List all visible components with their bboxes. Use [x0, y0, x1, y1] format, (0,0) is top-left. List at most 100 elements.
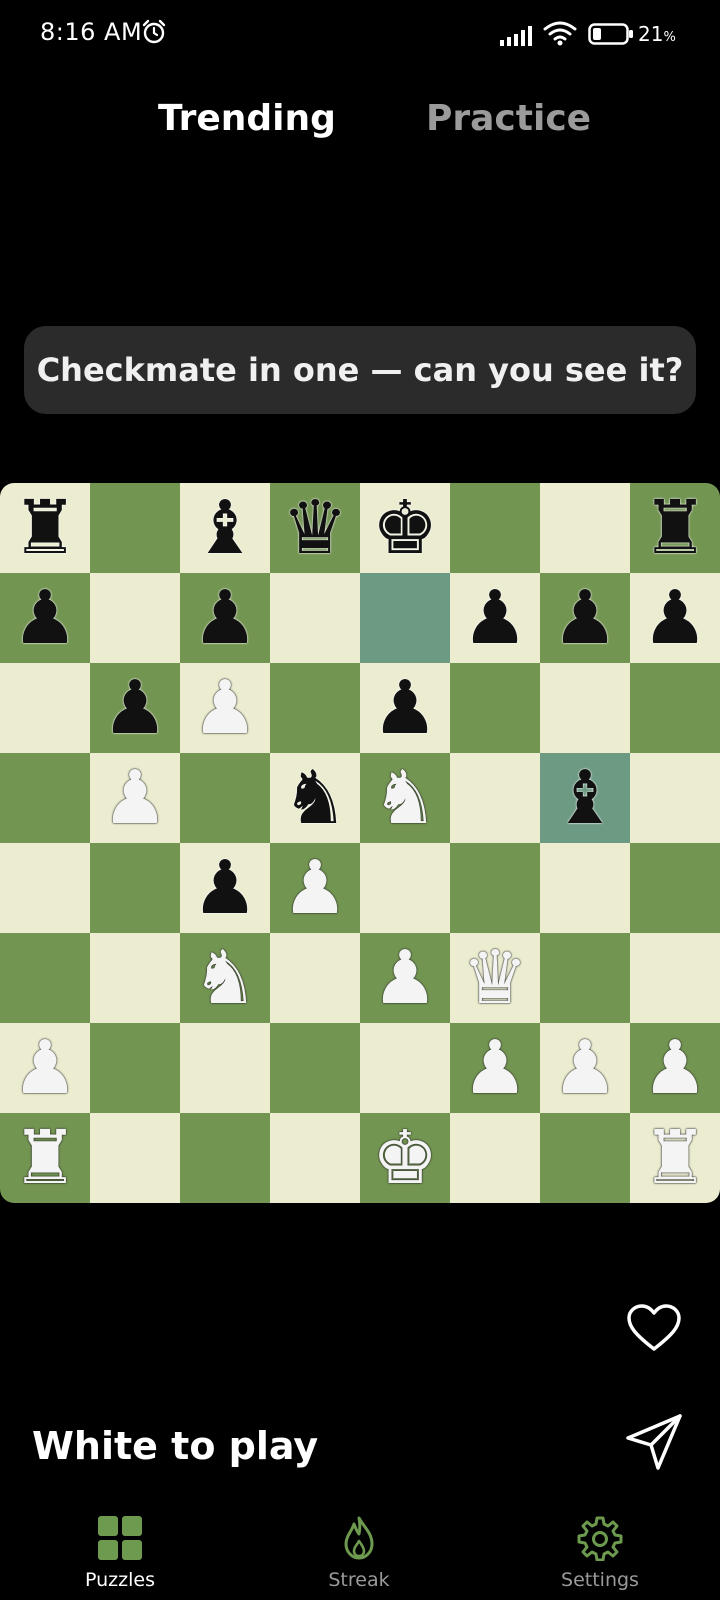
send-icon[interactable]	[624, 1412, 684, 1472]
white-pawn-icon[interactable]: ♟	[360, 933, 450, 1023]
square-c5[interactable]	[180, 753, 270, 843]
square-f7[interactable]: ♟	[450, 573, 540, 663]
square-g1[interactable]	[540, 1113, 630, 1203]
tab-practice[interactable]: Practice	[426, 98, 591, 139]
square-b8[interactable]	[90, 483, 180, 573]
square-d7[interactable]	[270, 573, 360, 663]
square-a7[interactable]: ♟	[0, 573, 90, 663]
square-a2[interactable]: ♟	[0, 1023, 90, 1113]
square-h3[interactable]	[630, 933, 720, 1023]
square-e8[interactable]: ♚	[360, 483, 450, 573]
white-queen-icon[interactable]: ♛	[450, 933, 540, 1023]
square-e1[interactable]: ♚	[360, 1113, 450, 1203]
square-b4[interactable]	[90, 843, 180, 933]
square-d1[interactable]	[270, 1113, 360, 1203]
square-h8[interactable]: ♜	[630, 483, 720, 573]
white-knight-icon[interactable]: ♞	[360, 753, 450, 843]
square-f4[interactable]	[450, 843, 540, 933]
square-e7[interactable]	[360, 573, 450, 663]
square-c4[interactable]: ♟	[180, 843, 270, 933]
square-a3[interactable]	[0, 933, 90, 1023]
black-rook-icon[interactable]: ♜	[630, 483, 720, 573]
white-pawn-icon[interactable]: ♟	[540, 1023, 630, 1113]
square-e4[interactable]	[360, 843, 450, 933]
square-h7[interactable]: ♟	[630, 573, 720, 663]
square-f6[interactable]	[450, 663, 540, 753]
black-bishop-icon[interactable]: ♝	[180, 483, 270, 573]
square-h6[interactable]	[630, 663, 720, 753]
square-b2[interactable]	[90, 1023, 180, 1113]
black-pawn-icon[interactable]: ♟	[90, 663, 180, 753]
square-e3[interactable]: ♟	[360, 933, 450, 1023]
white-pawn-icon[interactable]: ♟	[630, 1023, 720, 1113]
square-h4[interactable]	[630, 843, 720, 933]
white-pawn-icon[interactable]: ♟	[0, 1023, 90, 1113]
square-g5[interactable]: ♝	[540, 753, 630, 843]
black-pawn-icon[interactable]: ♟	[180, 843, 270, 933]
white-pawn-icon[interactable]: ♟	[180, 663, 270, 753]
square-b1[interactable]	[90, 1113, 180, 1203]
square-c2[interactable]	[180, 1023, 270, 1113]
chess-board[interactable]: ♜ ♝ ♛ ♚ ♜ ♟ ♟ ♟ ♟ ♟ ♟ ♟ ♟ ♟ ♞ ♞ ♝ ♟ ♟ ♞ ♟ ♛ ♟ ♟ ♟ ♟ ♜ ♚ ♜	[0, 483, 720, 1203]
square-a5[interactable]	[0, 753, 90, 843]
white-knight-icon[interactable]: ♞	[180, 933, 270, 1023]
square-c7[interactable]: ♟	[180, 573, 270, 663]
square-b7[interactable]	[90, 573, 180, 663]
black-rook-icon[interactable]: ♜	[0, 483, 90, 573]
square-c8[interactable]: ♝	[180, 483, 270, 573]
square-b6[interactable]: ♟	[90, 663, 180, 753]
square-a4[interactable]	[0, 843, 90, 933]
square-d8[interactable]: ♛	[270, 483, 360, 573]
nav-settings[interactable]: Settings	[520, 1515, 680, 1591]
white-rook-icon[interactable]: ♜	[630, 1113, 720, 1203]
square-e6[interactable]: ♟	[360, 663, 450, 753]
black-pawn-icon[interactable]: ♟	[360, 663, 450, 753]
square-g3[interactable]	[540, 933, 630, 1023]
black-queen-icon[interactable]: ♛	[270, 483, 360, 573]
nav-streak[interactable]: Streak	[279, 1515, 439, 1591]
tab-trending[interactable]: Trending	[158, 98, 336, 139]
square-h5[interactable]	[630, 753, 720, 843]
square-d6[interactable]	[270, 663, 360, 753]
square-c3[interactable]: ♞	[180, 933, 270, 1023]
square-h1[interactable]: ♜	[630, 1113, 720, 1203]
black-pawn-icon[interactable]: ♟	[0, 573, 90, 663]
square-f5[interactable]	[450, 753, 540, 843]
square-d4[interactable]: ♟	[270, 843, 360, 933]
black-pawn-icon[interactable]: ♟	[540, 573, 630, 663]
black-pawn-icon[interactable]: ♟	[450, 573, 540, 663]
square-b3[interactable]	[90, 933, 180, 1023]
square-c6[interactable]: ♟	[180, 663, 270, 753]
heart-icon[interactable]	[626, 1303, 682, 1353]
square-e5[interactable]: ♞	[360, 753, 450, 843]
square-f2[interactable]: ♟	[450, 1023, 540, 1113]
square-f8[interactable]	[450, 483, 540, 573]
square-g6[interactable]	[540, 663, 630, 753]
square-b5[interactable]: ♟	[90, 753, 180, 843]
white-rook-icon[interactable]: ♜	[0, 1113, 90, 1203]
white-pawn-icon[interactable]: ♟	[270, 843, 360, 933]
square-f1[interactable]	[450, 1113, 540, 1203]
square-a1[interactable]: ♜	[0, 1113, 90, 1203]
nav-puzzles[interactable]: Puzzles	[40, 1515, 200, 1591]
square-d3[interactable]	[270, 933, 360, 1023]
black-bishop-icon[interactable]: ♝	[540, 753, 630, 843]
square-c1[interactable]	[180, 1113, 270, 1203]
square-h2[interactable]: ♟	[630, 1023, 720, 1113]
black-pawn-icon[interactable]: ♟	[630, 573, 720, 663]
black-king-icon[interactable]: ♚	[360, 483, 450, 573]
square-d5[interactable]: ♞	[270, 753, 360, 843]
square-g8[interactable]	[540, 483, 630, 573]
black-knight-icon[interactable]: ♞	[270, 753, 360, 843]
white-pawn-icon[interactable]: ♟	[450, 1023, 540, 1113]
white-king-icon[interactable]: ♚	[360, 1113, 450, 1203]
black-pawn-icon[interactable]: ♟	[180, 573, 270, 663]
square-e2[interactable]	[360, 1023, 450, 1113]
square-a6[interactable]	[0, 663, 90, 753]
white-pawn-icon[interactable]: ♟	[90, 753, 180, 843]
square-f3[interactable]: ♛	[450, 933, 540, 1023]
square-a8[interactable]: ♜	[0, 483, 90, 573]
square-d2[interactable]	[270, 1023, 360, 1113]
square-g7[interactable]: ♟	[540, 573, 630, 663]
square-g4[interactable]	[540, 843, 630, 933]
